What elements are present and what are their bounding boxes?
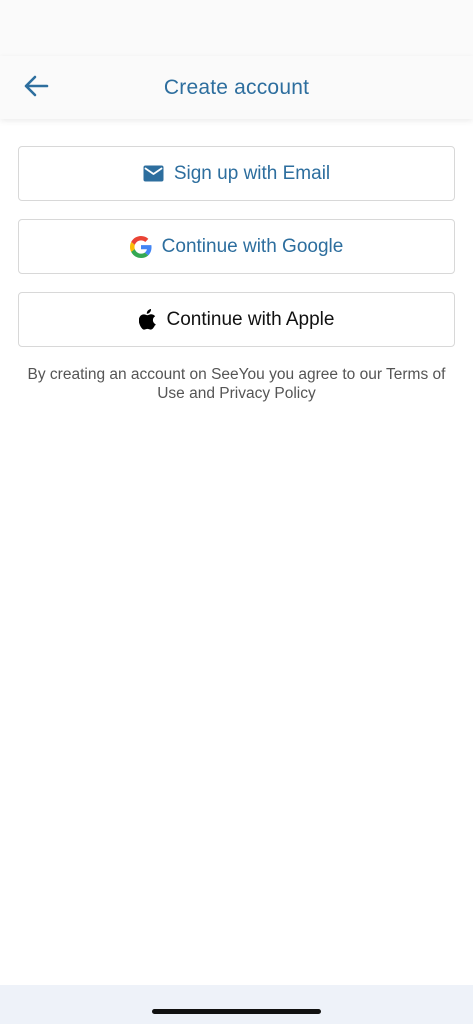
auth-options: Sign up with Email Continue with Google … <box>18 146 455 403</box>
sign-up-email-label: Sign up with Email <box>173 162 331 184</box>
back-button[interactable] <box>14 68 58 104</box>
envelope-icon <box>143 165 164 182</box>
home-indicator[interactable] <box>152 1009 321 1014</box>
continue-google-button[interactable]: Continue with Google <box>18 219 455 274</box>
bottom-bar <box>0 985 473 1024</box>
continue-google-label: Continue with Google <box>161 235 344 257</box>
google-logo-icon <box>129 235 152 258</box>
sign-up-email-button[interactable]: Sign up with Email <box>18 146 455 201</box>
page-title: Create account <box>163 76 310 99</box>
continue-apple-label: Continue with Apple <box>166 308 335 330</box>
arrow-left-icon <box>22 74 50 98</box>
terms-notice: By creating an account on SeeYou you agr… <box>27 366 446 402</box>
continue-apple-button[interactable]: Continue with Apple <box>18 292 455 347</box>
apple-logo-icon <box>138 309 157 330</box>
app-header: Create account <box>0 56 473 119</box>
status-bar <box>0 0 473 56</box>
